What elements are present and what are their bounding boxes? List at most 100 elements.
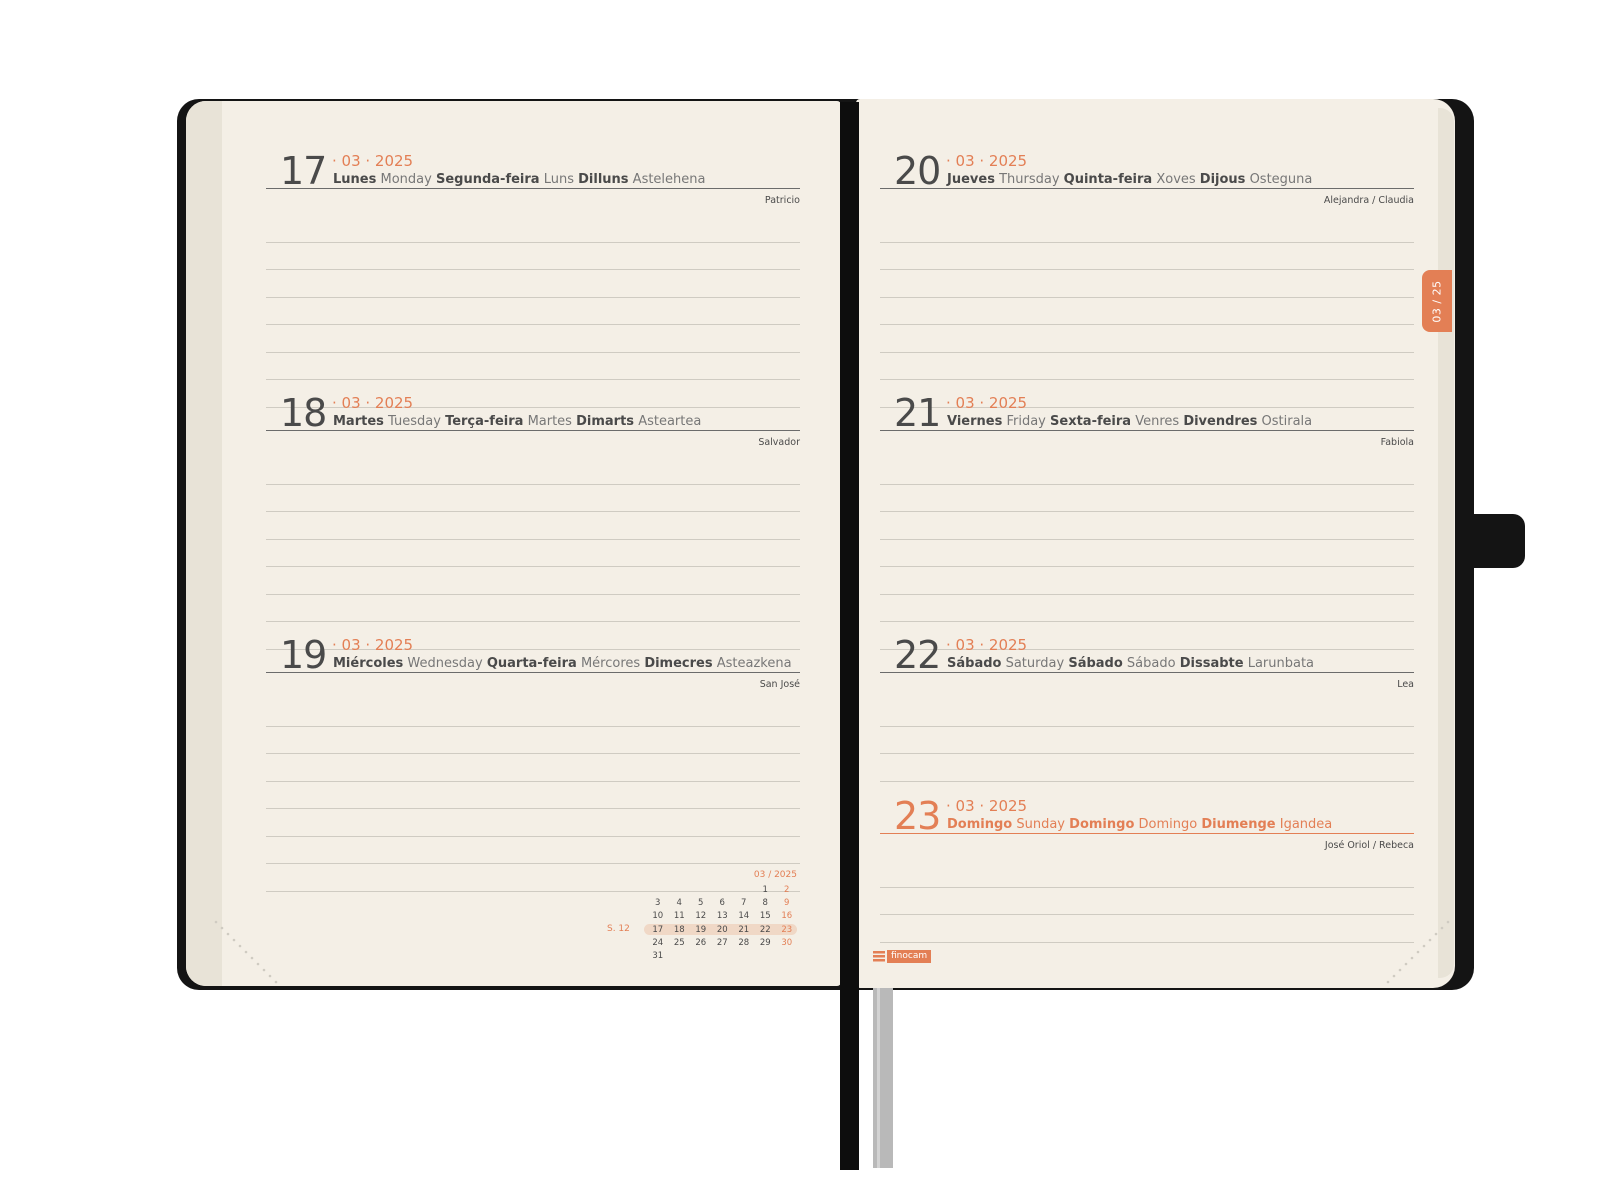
- month-index-tab[interactable]: 03 / 25: [1422, 270, 1452, 332]
- writing-line[interactable]: [266, 595, 800, 622]
- elastic-closure-tab: [1472, 514, 1525, 568]
- writing-line[interactable]: [266, 754, 800, 782]
- writing-line[interactable]: [266, 512, 800, 540]
- weekday-name: Friday: [1006, 414, 1046, 429]
- mini-calendar-day: 8: [762, 897, 768, 908]
- mini-calendar-day: 17: [652, 924, 664, 935]
- weekday-name: Domingo: [947, 817, 1013, 832]
- writing-lines[interactable]: [880, 860, 1414, 943]
- day-entry: 20 · 03 · 2025 Jueves Thursday Quinta-feir…: [880, 149, 1414, 408]
- writing-line[interactable]: [880, 860, 1414, 888]
- writing-line[interactable]: [266, 215, 800, 243]
- mini-calendar-day: 27: [716, 937, 728, 948]
- mini-calendar-week: 10 11 12 13 14 15 16: [647, 910, 798, 923]
- writing-line[interactable]: [880, 298, 1414, 325]
- mini-calendar-day: 24: [652, 937, 664, 948]
- weekday-name: Quarta-feira: [486, 656, 577, 671]
- weekday-name: Larunbata: [1247, 656, 1315, 671]
- day-number: 21: [894, 391, 941, 435]
- mini-calendar-day: 5: [698, 897, 704, 908]
- writing-line[interactable]: [266, 485, 800, 512]
- weekday-name: Martes: [527, 414, 572, 429]
- writing-line[interactable]: [880, 567, 1414, 595]
- writing-line[interactable]: [880, 457, 1414, 485]
- mini-calendar-day: 28: [738, 937, 750, 948]
- writing-line[interactable]: [880, 727, 1414, 754]
- weekday-name: Viernes: [947, 414, 1003, 429]
- writing-line[interactable]: [266, 457, 800, 485]
- writing-line[interactable]: [880, 754, 1414, 782]
- writing-line[interactable]: [266, 727, 800, 754]
- mini-calendar-day: 7: [741, 897, 747, 908]
- mini-calendar-day: 25: [673, 937, 685, 948]
- writing-line[interactable]: [880, 512, 1414, 540]
- saint-name: San José: [759, 679, 800, 690]
- writing-line[interactable]: [266, 809, 800, 837]
- writing-lines[interactable]: [880, 457, 1414, 650]
- weekday-names: Sábado Saturday Sábado Sábado Dissabte L…: [947, 656, 1314, 671]
- weekday-name: Domingo: [1069, 817, 1135, 832]
- week-number-label: S. 12: [607, 924, 630, 934]
- brand-logo: finocam: [873, 950, 932, 963]
- day-date: · 03 · 2025: [946, 797, 1028, 815]
- day-entry: 18 · 03 · 2025 Martes Tuesday Terça-feira …: [266, 391, 800, 650]
- day-entry: 19 · 03 · 2025 Miércoles Wednesday Quarta-…: [266, 633, 800, 892]
- weekday-name: Domingo: [1138, 817, 1198, 832]
- saint-name: Patricio: [764, 195, 800, 206]
- writing-line[interactable]: [880, 215, 1414, 243]
- saint-name: Lea: [1397, 679, 1414, 690]
- writing-lines[interactable]: [880, 699, 1414, 782]
- weekday-name: Ostirala: [1261, 414, 1313, 429]
- ribbon-bookmark: [873, 988, 893, 1168]
- writing-line[interactable]: [880, 243, 1414, 270]
- mini-calendar-day: 6: [719, 897, 725, 908]
- writing-lines[interactable]: [266, 215, 800, 408]
- mini-calendar-week: 3 4 5 6 7 8 9: [647, 896, 798, 909]
- mini-calendar-week: 24 25 26 27 28 29 30: [647, 936, 798, 949]
- day-header: 17 · 03 · 2025 Lunes Monday Segunda-feira …: [266, 149, 800, 193]
- day-header: 21 · 03 · 2025 Viernes Friday Sexta-feira …: [880, 391, 1414, 435]
- day-entry: 23 · 03 · 2025 Domingo Sunday Domingo Domi…: [880, 794, 1414, 943]
- mini-calendar-day: 2: [784, 884, 790, 895]
- mini-calendar-day: 11: [673, 911, 685, 922]
- writing-lines[interactable]: [266, 457, 800, 650]
- day-header: 23 · 03 · 2025 Domingo Sunday Domingo Domi…: [880, 794, 1414, 838]
- writing-line[interactable]: [266, 243, 800, 270]
- writing-line[interactable]: [266, 699, 800, 727]
- corner-dots-decoration: [1386, 920, 1450, 984]
- writing-line[interactable]: [880, 699, 1414, 727]
- day-date: · 03 · 2025: [332, 636, 414, 654]
- writing-lines[interactable]: [266, 699, 800, 892]
- saint-name: Fabiola: [1380, 437, 1414, 448]
- writing-line[interactable]: [266, 270, 800, 298]
- writing-line[interactable]: [880, 888, 1414, 915]
- mini-calendar-day: 10: [652, 911, 664, 922]
- writing-line[interactable]: [880, 915, 1414, 943]
- weekday-names: Miércoles Wednesday Quarta-feira Mércore…: [333, 656, 792, 671]
- writing-line[interactable]: [266, 353, 800, 380]
- writing-line[interactable]: [880, 353, 1414, 380]
- month-index-label: 03 / 25: [1430, 279, 1444, 323]
- writing-line[interactable]: [880, 485, 1414, 512]
- writing-line[interactable]: [266, 298, 800, 325]
- writing-line[interactable]: [266, 782, 800, 809]
- mini-calendar-day: 30: [781, 937, 793, 948]
- writing-line[interactable]: [266, 567, 800, 595]
- day-number: 18: [280, 391, 327, 435]
- mini-calendar-day: 4: [676, 897, 682, 908]
- corner-dots-decoration: [214, 920, 278, 984]
- writing-line[interactable]: [880, 270, 1414, 298]
- weekday-name: Dissabte: [1179, 656, 1244, 671]
- writing-line[interactable]: [880, 595, 1414, 622]
- weekday-name: Sábado: [1126, 656, 1176, 671]
- writing-line[interactable]: [880, 325, 1414, 353]
- writing-line[interactable]: [266, 837, 800, 864]
- writing-lines[interactable]: [880, 215, 1414, 408]
- weekday-name: Jueves: [947, 172, 995, 187]
- writing-line[interactable]: [266, 540, 800, 567]
- day-date: · 03 · 2025: [332, 152, 414, 170]
- day-number: 19: [280, 633, 327, 677]
- weekday-names: Jueves Thursday Quinta-feira Xoves Dijou…: [947, 172, 1312, 187]
- writing-line[interactable]: [880, 540, 1414, 567]
- writing-line[interactable]: [266, 325, 800, 353]
